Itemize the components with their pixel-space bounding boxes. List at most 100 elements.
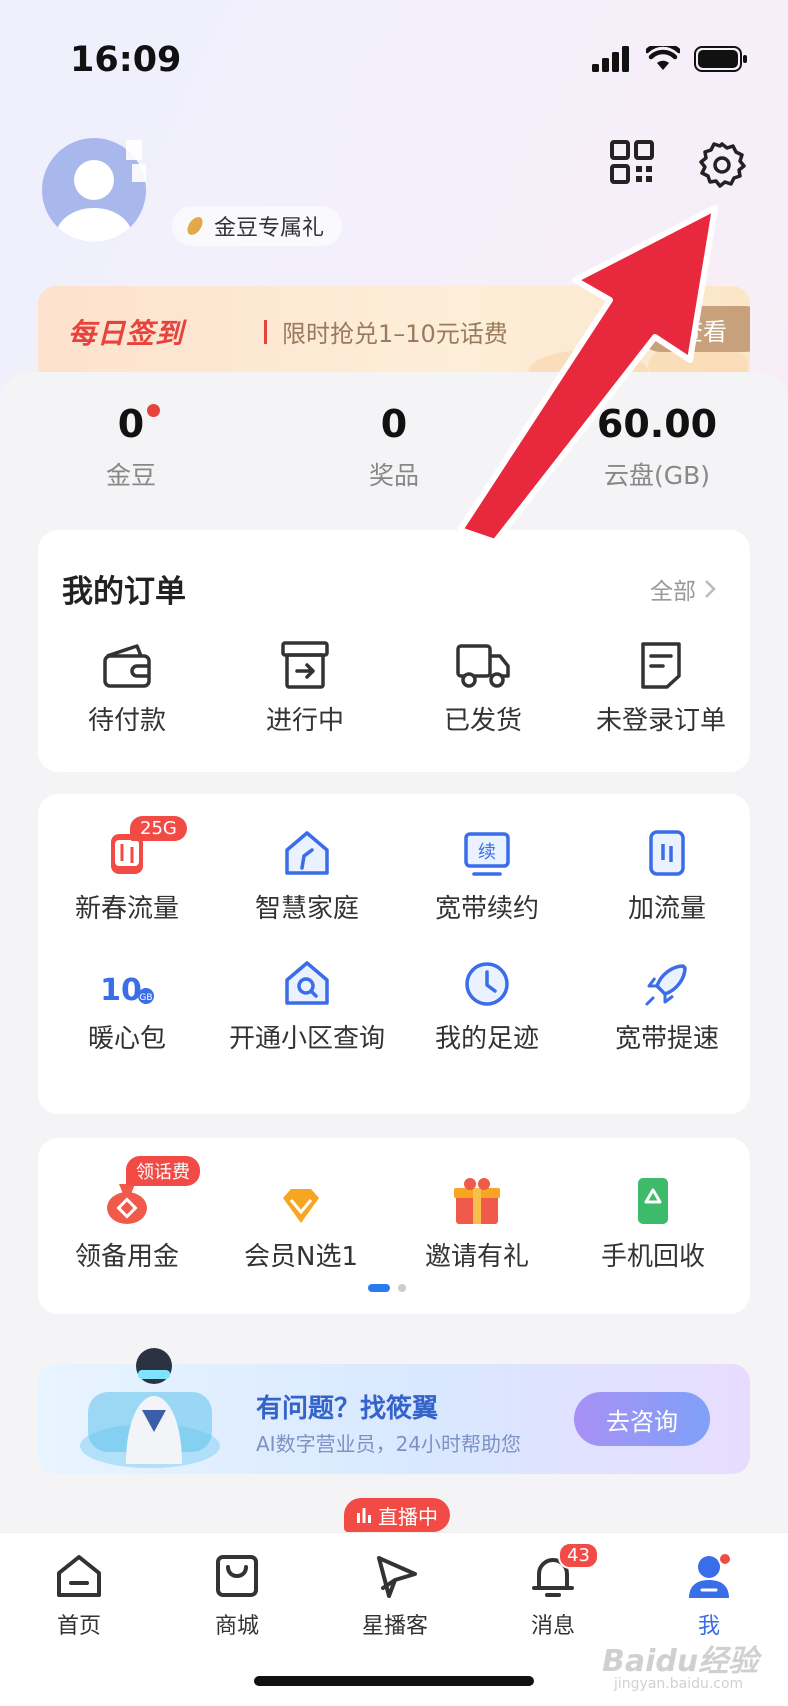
order-label: 待付款 xyxy=(87,706,166,736)
promo-label: 会员N选1 xyxy=(244,1242,358,1272)
qr-code-icon xyxy=(610,140,654,184)
stat-value: 60.00 xyxy=(596,402,718,446)
settings-button[interactable] xyxy=(696,138,748,190)
promo-label: 邀请有礼 xyxy=(424,1242,529,1272)
stat-value: 0 xyxy=(117,402,145,446)
promo-item[interactable]: 手机回收 xyxy=(564,1170,742,1273)
service-label: 宽带续约 xyxy=(434,894,539,924)
signin-description: 限时抢兑1–10元话费 xyxy=(282,320,508,348)
nav-me[interactable]: 我 xyxy=(630,1548,788,1640)
promo-label: 手机回收 xyxy=(600,1242,705,1272)
order-not-logged-in[interactable]: 未登录订单 xyxy=(572,634,750,737)
nav-home[interactable]: 首页 xyxy=(0,1548,158,1640)
service-label: 暖心包 xyxy=(87,1024,166,1054)
status-time: 16:09 xyxy=(70,40,182,80)
qr-code-button[interactable] xyxy=(608,138,656,186)
nav-label: 星播客 xyxy=(361,1614,428,1639)
assistant-subtitle: AI数字营业员，24小时帮助您 xyxy=(256,1432,522,1456)
promo-item[interactable]: 邀请有礼 xyxy=(388,1170,566,1273)
icon-text: 10 xyxy=(100,973,142,1008)
signin-view-button[interactable]: 查看 xyxy=(638,306,750,352)
status-icons xyxy=(592,46,748,72)
order-label: 进行中 xyxy=(265,706,344,736)
bean-icon xyxy=(187,217,203,235)
document-icon xyxy=(641,642,681,689)
broadband-renew-icon: 续 xyxy=(464,832,510,876)
service-label: 加流量 xyxy=(627,894,706,924)
promo-badge: 领话费 xyxy=(126,1156,200,1186)
warm-pack-icon: 10 GB xyxy=(100,973,154,1008)
promo-item[interactable]: 领话费 领备用金 xyxy=(38,1156,216,1273)
service-label: 新春流量 xyxy=(74,894,179,924)
live-badge[interactable]: 直播中 xyxy=(344,1498,450,1532)
consult-button[interactable]: 去咨询 xyxy=(574,1392,710,1446)
phone-recycle-icon xyxy=(638,1178,668,1224)
rocket-icon xyxy=(645,964,687,1006)
orders-all-label: 全部 xyxy=(650,579,696,605)
notification-dot xyxy=(147,404,161,417)
battery-icon xyxy=(694,46,747,72)
service-item[interactable]: 宽带提速 xyxy=(578,952,756,1055)
service-item[interactable]: 续 宽带续约 xyxy=(398,822,576,925)
smart-home-icon xyxy=(285,831,329,875)
service-badge: 25G xyxy=(130,816,187,841)
stat-gold-beans[interactable]: 0 金豆 xyxy=(31,400,231,492)
stat-cloud-storage[interactable]: 60.00 云盘(GB) xyxy=(557,400,757,492)
truck-icon xyxy=(456,644,510,688)
live-bars-icon xyxy=(357,1508,371,1523)
page-dot-active xyxy=(368,1284,390,1292)
service-item[interactable]: 智慧家庭 xyxy=(218,822,396,925)
service-item[interactable]: 我的足迹 xyxy=(398,952,576,1055)
signal-icon xyxy=(592,46,629,72)
play-icon xyxy=(377,1556,417,1598)
shopping-bag-icon xyxy=(216,1555,258,1597)
avatar[interactable] xyxy=(38,136,154,244)
gear-icon xyxy=(699,142,746,188)
service-label: 智慧家庭 xyxy=(254,894,359,924)
service-label: 我的足迹 xyxy=(434,1024,539,1054)
stat-label: 奖品 xyxy=(368,461,419,490)
nav-star-broadcast[interactable]: 星播客 xyxy=(316,1548,474,1640)
page-dot xyxy=(398,1284,406,1292)
promo-item[interactable]: 会员N选1 xyxy=(212,1170,390,1273)
icon-unit: GB xyxy=(139,993,152,1003)
stat-value: 0 xyxy=(380,402,408,446)
daily-signin-banner[interactable]: 每日签到 限时抢兑1–10元话费 查看 xyxy=(38,286,750,376)
stat-prizes[interactable]: 0 奖品 xyxy=(294,400,494,492)
chevron-right-icon xyxy=(705,580,716,598)
nav-label: 首页 xyxy=(56,1614,101,1639)
nav-messages[interactable]: 43 消息 xyxy=(474,1542,632,1640)
signin-title: 每日签到 xyxy=(68,317,185,350)
gift-label: 金豆专属礼 xyxy=(214,216,325,241)
order-pending-payment[interactable]: 待付款 xyxy=(38,634,216,737)
service-label: 宽带提速 xyxy=(614,1024,719,1054)
ai-assistant-illustration xyxy=(70,1336,230,1474)
service-item[interactable]: 10 GB 暖心包 xyxy=(38,952,216,1055)
notification-dot xyxy=(718,1552,732,1566)
stat-label: 金豆 xyxy=(105,461,156,490)
stat-label: 云盘(GB) xyxy=(603,461,711,490)
home-indicator xyxy=(254,1676,534,1686)
service-label: 开通小区查询 xyxy=(228,1024,385,1054)
orders-all-link[interactable]: 全部 xyxy=(650,572,716,606)
box-arrow-icon xyxy=(281,641,329,689)
order-shipped[interactable]: 已发货 xyxy=(394,634,572,737)
service-item[interactable]: 加流量 xyxy=(578,822,756,925)
signin-divider xyxy=(264,320,267,344)
gift-box-icon xyxy=(454,1178,500,1224)
icon-text: 续 xyxy=(478,842,496,863)
live-label: 直播中 xyxy=(378,1504,438,1529)
diamond-icon xyxy=(283,1189,319,1223)
promo-label: 领备用金 xyxy=(74,1242,179,1272)
gift-pill[interactable]: 金豆专属礼 xyxy=(172,206,343,246)
order-label: 已发货 xyxy=(443,706,522,736)
service-item[interactable]: 25G 新春流量 xyxy=(38,816,216,925)
page-indicator xyxy=(368,1284,406,1292)
watermark: Baidu经验 xyxy=(602,1644,759,1679)
wallet-icon xyxy=(103,644,151,688)
wifi-icon xyxy=(646,46,680,70)
nav-mall[interactable]: 商城 xyxy=(158,1548,316,1640)
order-in-progress[interactable]: 进行中 xyxy=(216,634,394,737)
service-item[interactable]: 开通小区查询 xyxy=(218,952,396,1055)
watermark-url: jingyan.baidu.com xyxy=(614,1676,744,1692)
